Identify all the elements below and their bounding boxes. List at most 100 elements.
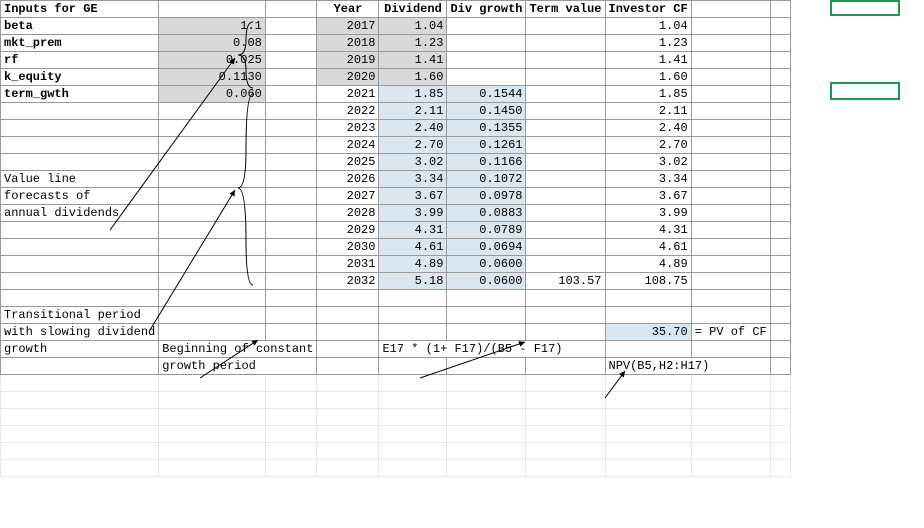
dividend-cell[interactable]: 3.02 — [379, 154, 447, 171]
input-label-beta_label: beta — [1, 18, 159, 35]
input-value-term_gwth[interactable]: 0.060 — [159, 86, 266, 103]
dividend-cell[interactable]: 2.40 — [379, 120, 447, 137]
investor-cf-cell[interactable]: 3.99 — [605, 205, 691, 222]
year-cell[interactable]: 2023 — [317, 120, 379, 137]
input-value-mkt_prem[interactable]: 0.08 — [159, 35, 266, 52]
input-value-beta[interactable]: 1.1 — [159, 18, 266, 35]
pv-of-cf-value[interactable]: 35.70 — [605, 324, 691, 341]
investor-cf-cell[interactable]: 3.67 — [605, 188, 691, 205]
input-label-rf_label: rf — [1, 52, 159, 69]
investor-cf-cell[interactable]: 1.60 — [605, 69, 691, 86]
year-cell[interactable]: 2027 — [317, 188, 379, 205]
year-cell[interactable]: 2017 — [317, 18, 379, 35]
pv-of-cf-label: = PV of CF — [691, 324, 770, 341]
year-cell[interactable]: 2028 — [317, 205, 379, 222]
investor-cf-cell[interactable]: 1.85 — [605, 86, 691, 103]
dividend-cell[interactable]: 1.23 — [379, 35, 447, 52]
investor-cf-cell[interactable]: 3.34 — [605, 171, 691, 188]
year-cell[interactable]: 2025 — [317, 154, 379, 171]
term-value-cell[interactable]: 103.57 — [526, 273, 605, 290]
col-div-growth: Div growth — [447, 1, 526, 18]
year-cell[interactable]: 2024 — [317, 137, 379, 154]
year-cell[interactable]: 2020 — [317, 69, 379, 86]
investor-cf-cell[interactable]: 2.70 — [605, 137, 691, 154]
spreadsheet-grid[interactable]: Inputs for GE Year Dividend Div growth T… — [0, 0, 791, 477]
investor-cf-cell[interactable]: 2.11 — [605, 103, 691, 120]
term-value-formula: E17 * (1+ F17)/(B5 - F17) — [379, 341, 605, 358]
div-growth-cell[interactable]: 0.1072 — [447, 171, 526, 188]
dividend-cell[interactable]: 2.70 — [379, 137, 447, 154]
term-value-cell[interactable] — [526, 35, 605, 52]
dividend-cell[interactable]: 3.67 — [379, 188, 447, 205]
investor-cf-cell[interactable]: 108.75 — [605, 273, 691, 290]
term-value-cell[interactable] — [526, 18, 605, 35]
investor-cf-cell[interactable]: 4.31 — [605, 222, 691, 239]
year-cell[interactable]: 2032 — [317, 273, 379, 290]
div-growth-cell[interactable]: 0.1355 — [447, 120, 526, 137]
term-value-cell[interactable] — [526, 154, 605, 171]
year-cell[interactable]: 2019 — [317, 52, 379, 69]
div-growth-cell[interactable]: 0.0600 — [447, 273, 526, 290]
selected-cell-1 — [830, 82, 900, 100]
div-growth-cell[interactable]: 0.1450 — [447, 103, 526, 120]
term-value-cell[interactable] — [526, 52, 605, 69]
div-growth-cell[interactable]: 0.1261 — [447, 137, 526, 154]
year-cell[interactable]: 2031 — [317, 256, 379, 273]
year-cell[interactable]: 2022 — [317, 103, 379, 120]
div-growth-cell[interactable]: 0.0883 — [447, 205, 526, 222]
investor-cf-cell[interactable]: 1.41 — [605, 52, 691, 69]
term-value-cell[interactable] — [526, 69, 605, 86]
dividend-cell[interactable]: 5.18 — [379, 273, 447, 290]
year-cell[interactable]: 2018 — [317, 35, 379, 52]
div-growth-cell[interactable] — [447, 35, 526, 52]
year-cell[interactable]: 2021 — [317, 86, 379, 103]
col-year: Year — [317, 1, 379, 18]
investor-cf-cell[interactable]: 4.89 — [605, 256, 691, 273]
investor-cf-cell[interactable]: 1.23 — [605, 35, 691, 52]
investor-cf-cell[interactable]: 2.40 — [605, 120, 691, 137]
note-value-line-1: Value line — [1, 171, 159, 188]
dividend-cell[interactable]: 2.11 — [379, 103, 447, 120]
input-value-rf[interactable]: 0.025 — [159, 52, 266, 69]
term-value-cell[interactable] — [526, 120, 605, 137]
investor-cf-cell[interactable]: 4.61 — [605, 239, 691, 256]
div-growth-cell[interactable]: 0.0600 — [447, 256, 526, 273]
term-value-cell[interactable] — [526, 188, 605, 205]
term-value-cell[interactable] — [526, 205, 605, 222]
dividend-cell[interactable]: 3.99 — [379, 205, 447, 222]
investor-cf-cell[interactable]: 1.04 — [605, 18, 691, 35]
year-cell[interactable]: 2026 — [317, 171, 379, 188]
dividend-cell[interactable]: 1.60 — [379, 69, 447, 86]
dividend-cell[interactable]: 4.61 — [379, 239, 447, 256]
dividend-cell[interactable]: 1.04 — [379, 18, 447, 35]
div-growth-cell[interactable]: 0.1166 — [447, 154, 526, 171]
term-value-cell[interactable] — [526, 171, 605, 188]
dividend-cell[interactable]: 4.31 — [379, 222, 447, 239]
year-cell[interactable]: 2030 — [317, 239, 379, 256]
term-value-cell[interactable] — [526, 86, 605, 103]
div-growth-cell[interactable] — [447, 69, 526, 86]
div-growth-cell[interactable]: 0.0789 — [447, 222, 526, 239]
term-value-cell[interactable] — [526, 239, 605, 256]
input-label-mkt_prem_label: mkt_prem — [1, 35, 159, 52]
dividend-cell[interactable]: 1.41 — [379, 52, 447, 69]
div-growth-cell[interactable] — [447, 52, 526, 69]
dividend-cell[interactable]: 3.34 — [379, 171, 447, 188]
note-value-line-3: annual dividends — [1, 205, 159, 222]
dividend-cell[interactable]: 1.85 — [379, 86, 447, 103]
investor-cf-cell[interactable]: 3.02 — [605, 154, 691, 171]
input-value-k_equity[interactable]: 0.1130 — [159, 69, 266, 86]
term-value-cell[interactable] — [526, 222, 605, 239]
note-begin-constant-2: growth period — [159, 358, 317, 375]
div-growth-cell[interactable]: 0.1544 — [447, 86, 526, 103]
dividend-cell[interactable]: 4.89 — [379, 256, 447, 273]
term-value-cell[interactable] — [526, 256, 605, 273]
div-growth-cell[interactable]: 0.0978 — [447, 188, 526, 205]
col-term-value: Term value — [526, 1, 605, 18]
term-value-cell[interactable] — [526, 137, 605, 154]
div-growth-cell[interactable]: 0.0694 — [447, 239, 526, 256]
div-growth-cell[interactable] — [447, 18, 526, 35]
note-transitional-2: with slowing dividend — [1, 324, 159, 341]
year-cell[interactable]: 2029 — [317, 222, 379, 239]
term-value-cell[interactable] — [526, 103, 605, 120]
